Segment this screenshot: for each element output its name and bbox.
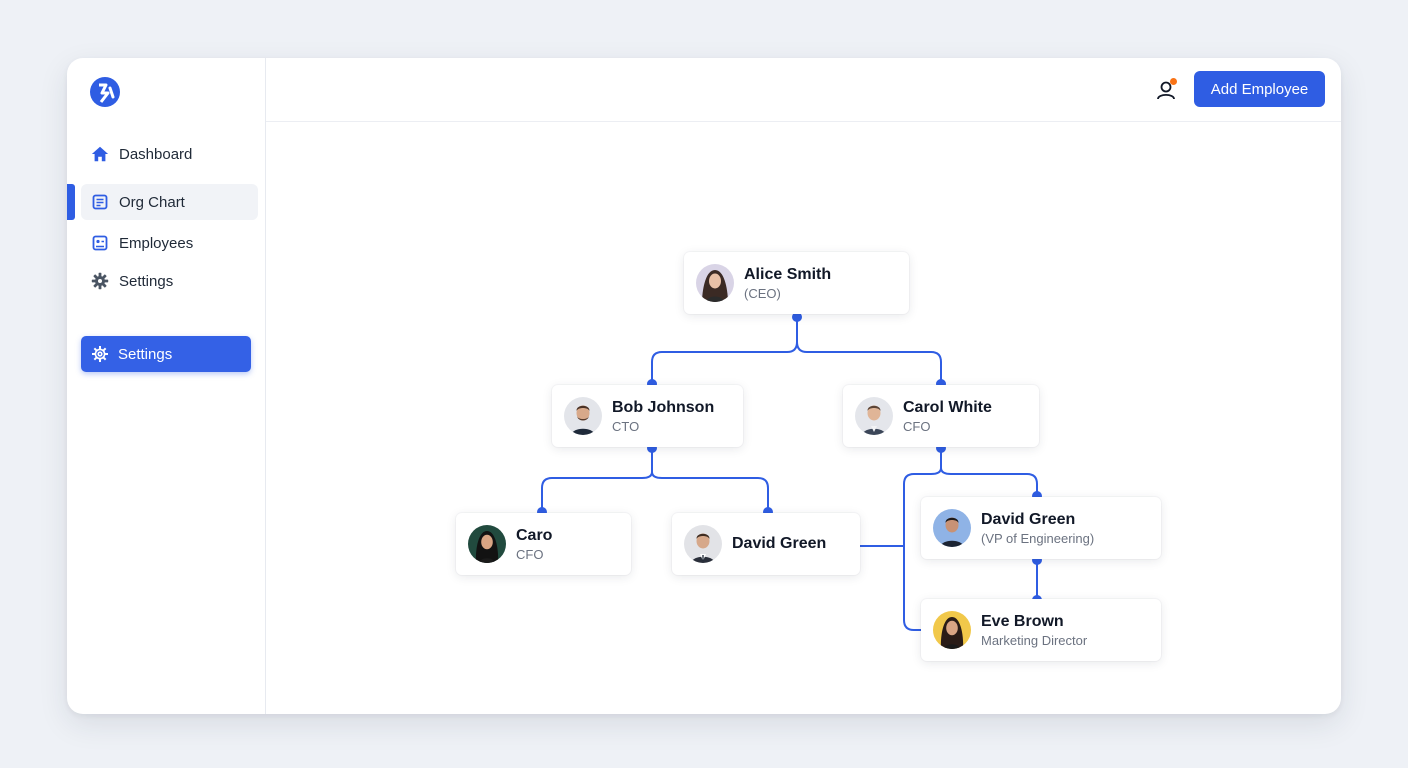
settings-button-label: Settings: [118, 345, 173, 363]
gear-icon: [91, 272, 109, 290]
employee-name: David Green: [732, 535, 827, 552]
connector-bob-caro: [541, 448, 653, 512]
org-card-caro[interactable]: Caro CFO: [456, 513, 631, 575]
avatar: [564, 397, 602, 435]
org-card-david-green-vp[interactable]: David Green (VP of Engineering): [921, 497, 1161, 559]
employee-name: David Green: [981, 510, 1076, 528]
sidebar-item-label: Employees: [119, 234, 194, 252]
sidebar-item-org-chart[interactable]: Org Chart: [81, 184, 258, 220]
org-chart-connectors: [537, 312, 1042, 631]
employee-role: CTO: [612, 418, 640, 434]
connector-bob-david: [651, 448, 769, 512]
sidebar-item-employees[interactable]: Employees: [81, 225, 258, 261]
employee-name: Caro: [516, 526, 553, 544]
active-indicator: [67, 184, 75, 220]
employee-role: Marketing Director: [981, 632, 1088, 648]
employees-icon: [91, 234, 109, 252]
org-card-bob-johnson[interactable]: Bob Johnson CTO: [552, 385, 743, 447]
employee-name: Carol White: [903, 398, 992, 416]
employee-role: (CEO): [744, 285, 781, 301]
sidebar-item-label: Settings: [119, 272, 174, 290]
notification-dot: [1170, 78, 1177, 85]
add-employee-button[interactable]: Add Employee: [1194, 71, 1325, 107]
avatar: [855, 397, 893, 435]
sidebar-item-label: Dashboard: [119, 145, 193, 163]
settings-button[interactable]: Settings: [81, 336, 251, 372]
home-icon: [91, 145, 109, 163]
avatar: [933, 611, 971, 649]
app-window: Dashboard Org Chart Employees Settings S…: [67, 58, 1341, 714]
employee-role: CFO: [903, 418, 931, 434]
org-card-alice-smith[interactable]: Alice Smith (CEO): [684, 252, 909, 314]
employee-role: CFO: [516, 546, 544, 562]
employee-name: Alice Smith: [744, 265, 832, 283]
org-card-eve-brown[interactable]: Eve Brown Marketing Director: [921, 599, 1161, 661]
user-icon[interactable]: [1155, 78, 1179, 102]
avatar: [684, 525, 722, 563]
sidebar-item-dashboard[interactable]: Dashboard: [81, 136, 258, 172]
connector-carol-david-vp: [940, 448, 1038, 496]
sidebar: Dashboard Org Chart Employees Settings S…: [67, 58, 266, 714]
app-logo[interactable]: [89, 76, 121, 108]
sidebar-item-settings[interactable]: Settings: [81, 263, 258, 299]
sidebar-item-label: Org Chart: [119, 193, 185, 211]
employee-name: Eve Brown: [981, 612, 1064, 630]
connector-alice-carol: [796, 317, 942, 384]
gear-icon: [91, 345, 109, 363]
avatar: [933, 509, 971, 547]
top-bar: Add Employee: [266, 58, 1341, 122]
connector-alice-bob: [651, 317, 798, 384]
org-card-david-green[interactable]: David Green: [672, 513, 860, 575]
employee-role: (VP of Engineering): [981, 530, 1095, 546]
avatar: [468, 525, 506, 563]
org-card-carol-white[interactable]: Carol White CFO: [843, 385, 1039, 447]
avatar: [696, 264, 734, 302]
org-chart-canvas: Alice Smith (CEO) Bob Johnson CTO Carol …: [266, 122, 1341, 714]
org-chart-icon: [91, 193, 109, 211]
employee-name: Bob Johnson: [612, 398, 715, 416]
